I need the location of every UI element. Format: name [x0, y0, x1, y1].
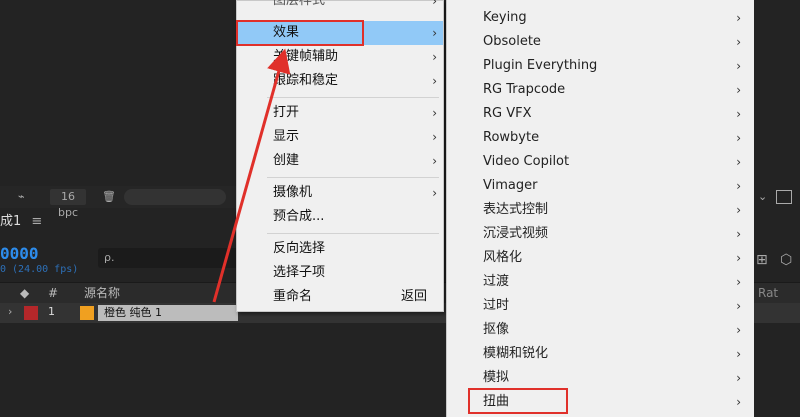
annotation-arrow: [212, 48, 291, 303]
annotation-arrow-line: [212, 48, 291, 303]
